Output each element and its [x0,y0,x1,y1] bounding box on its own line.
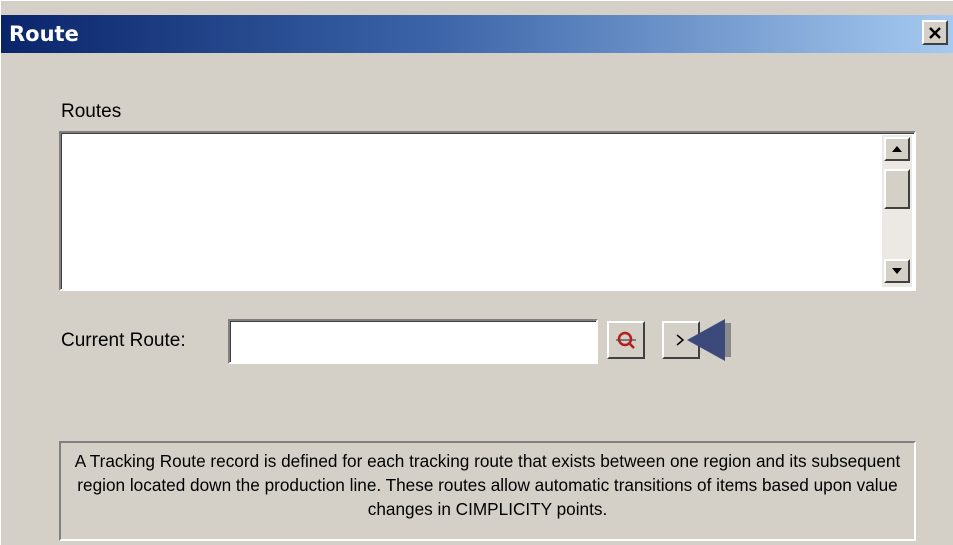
scroll-up-button[interactable] [884,137,910,161]
close-icon [929,26,941,39]
scroll-down-button[interactable] [884,259,910,283]
scroll-thumb[interactable] [884,169,910,209]
route-dialog: Route Routes Current Route: A Tracking R… [0,0,953,545]
routes-listbox[interactable] [59,131,916,291]
window-title: Route [9,22,79,46]
routes-scrollbar[interactable] [882,135,912,287]
info-description: A Tracking Route record is defined for e… [59,441,916,541]
arrow-down-icon [892,268,902,274]
arrow-up-icon [892,146,902,152]
close-button[interactable] [922,20,948,45]
routes-label: Routes [61,101,122,122]
pointer-arrow-icon [687,319,731,361]
current-route-label: Current Route: [61,330,186,351]
current-route-input[interactable] [228,319,598,364]
browse-search-icon [616,331,636,349]
title-bar[interactable]: Route [1,15,953,53]
browse-button[interactable] [607,321,645,359]
